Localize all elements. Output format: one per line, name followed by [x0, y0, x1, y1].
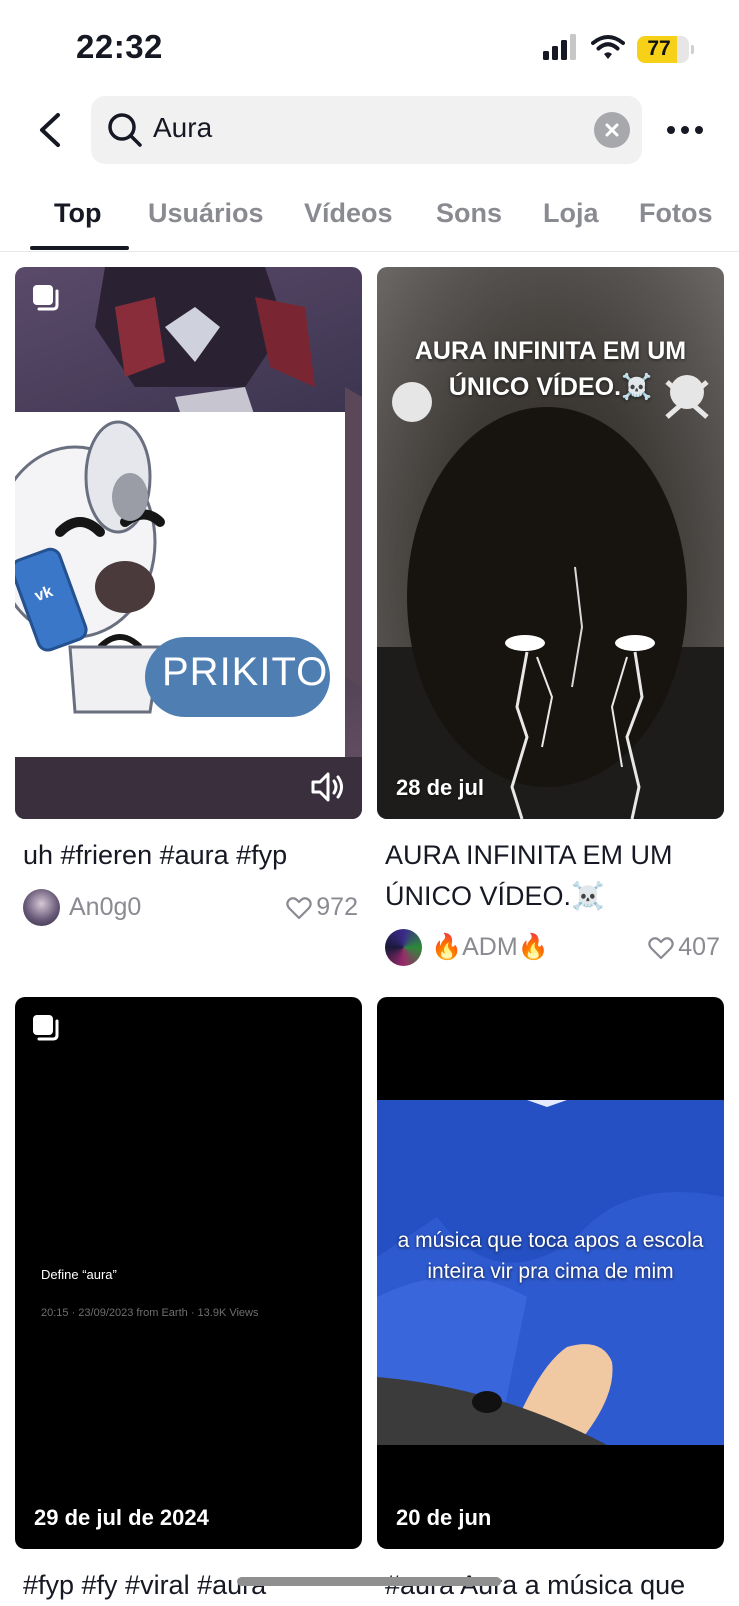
sticker-overlay: vk PRIKITO — [15, 412, 345, 757]
heart-icon — [286, 896, 313, 919]
video-thumbnail[interactable]: AURA INFINITA EM UM ÚNICO VÍDEO.☠️ 28 de… — [377, 267, 724, 819]
multi-photo-icon — [33, 1015, 59, 1041]
multi-photo-icon — [33, 285, 59, 311]
video-thumbnail[interactable]: a música que toca apos a escola inteira … — [377, 997, 724, 1549]
back-arrow-icon — [40, 113, 60, 147]
result-card[interactable]: a música que toca apos a escola inteira … — [377, 997, 724, 1600]
active-tab-indicator — [30, 246, 129, 250]
video-thumbnail[interactable]: Define “aura” 20:15 · 23/09/2023 from Ea… — [15, 997, 362, 1549]
search-tabs: Top Usuários Vídeos Sons Loja Fotos — [0, 190, 739, 252]
like-count: 407 — [648, 933, 720, 962]
overlay-text: a música que toca apos a escola inteira … — [397, 1229, 704, 1283]
overlay-subtext: 20:15 · 23/09/2023 from Earth · 13.9K Vi… — [41, 1307, 259, 1319]
result-card[interactable]: Define “aura” 20:15 · 23/09/2023 from Ea… — [15, 997, 362, 1600]
overlay-text: Define “aura” — [41, 1267, 117, 1282]
tab-sons[interactable]: Sons — [436, 198, 502, 229]
like-count-value: 972 — [316, 893, 358, 921]
more-options-button[interactable] — [660, 110, 710, 150]
video-caption[interactable]: uh #frieren #aura #fyp — [23, 835, 358, 876]
tab-videos[interactable]: Vídeos — [304, 198, 393, 229]
video-thumbnail[interactable]: vk PRIKITO — [15, 267, 362, 819]
tab-usuarios[interactable]: Usuários — [148, 198, 264, 229]
like-count-value: 407 — [678, 933, 720, 961]
search-input[interactable]: Aura — [91, 96, 642, 164]
status-bar: 22:32 77 — [0, 0, 739, 96]
home-indicator[interactable] — [237, 1577, 501, 1586]
like-count: 972 — [286, 893, 358, 922]
search-query[interactable]: Aura — [153, 112, 212, 144]
author-name[interactable]: An0g0 — [69, 893, 141, 922]
sound-icon[interactable] — [310, 771, 346, 803]
status-time: 22:32 — [76, 28, 163, 65]
result-card[interactable]: AURA INFINITA EM UM ÚNICO VÍDEO.☠️ 28 de… — [377, 267, 724, 967]
search-icon — [108, 113, 142, 147]
more-icon — [667, 126, 675, 134]
video-date: 28 de jul — [396, 775, 485, 800]
avatar[interactable] — [385, 929, 422, 966]
battery-icon: 77 — [637, 35, 694, 63]
search-header: Aura — [0, 96, 739, 164]
signal-icon — [543, 33, 579, 65]
dog-sticker-image: vk — [15, 420, 330, 717]
overlay-text: AURA INFINITA EM UM ÚNICO VÍDEO.☠️ — [414, 337, 687, 401]
author-name[interactable]: 🔥ADM🔥 — [431, 933, 549, 962]
battery-percentage: 77 — [647, 37, 671, 60]
tab-top[interactable]: Top — [54, 198, 101, 229]
video-date: 29 de jul de 2024 — [34, 1505, 209, 1530]
wifi-icon — [591, 34, 625, 65]
status-icons: 77 — [543, 33, 694, 65]
back-button[interactable] — [26, 106, 74, 154]
video-meta: An0g0 972 — [23, 887, 358, 927]
video-date: 20 de jun — [396, 1505, 492, 1530]
heart-icon — [648, 936, 675, 959]
result-card[interactable]: vk PRIKITO uh #frieren #aura #fyp An0g0 … — [15, 267, 362, 927]
clear-icon — [605, 123, 619, 137]
video-caption[interactable]: AURA INFINITA EM UM ÚNICO VÍDEO.☠️ — [385, 835, 720, 917]
sticker-text: PRIKITO — [162, 650, 329, 694]
tab-loja[interactable]: Loja — [543, 198, 599, 229]
video-meta: 🔥ADM🔥 407 — [385, 927, 720, 967]
avatar[interactable] — [23, 889, 60, 926]
clear-search-button[interactable] — [594, 112, 630, 148]
tab-fotos[interactable]: Fotos — [639, 198, 713, 229]
